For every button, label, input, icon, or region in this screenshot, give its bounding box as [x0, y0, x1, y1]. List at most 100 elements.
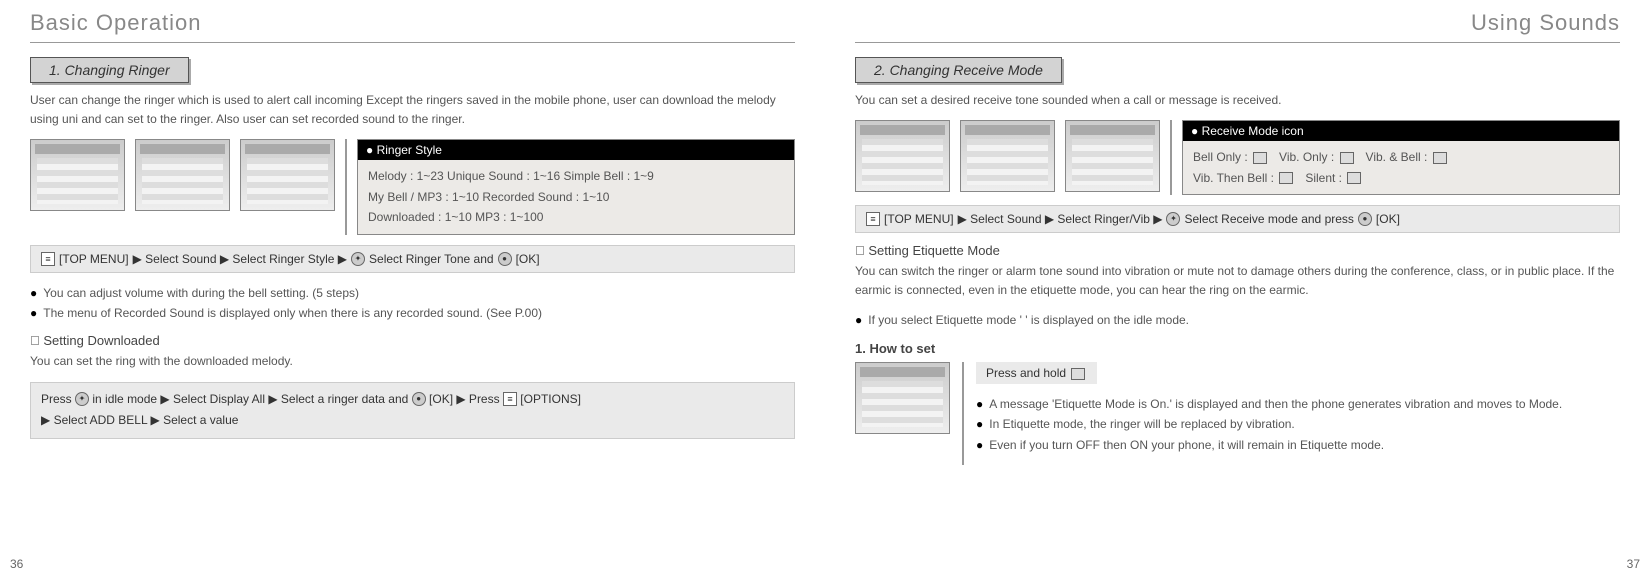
ringer-style-body: Melody : 1~23 Unique Sound : 1~16 Simple… — [358, 160, 794, 233]
divider — [30, 42, 795, 43]
press-and-hold: Press and hold — [976, 362, 1097, 384]
bullet-icon: ● — [30, 283, 37, 303]
section-heading-receive-mode: 2. Changing Receive Mode — [855, 57, 1062, 83]
nav-sequence-3: ≡ [TOP MENU] ▶ Select Sound ▶ Select Rin… — [855, 205, 1620, 233]
how-to-set-content: Press and hold ● A message 'Etiquette Mo… — [976, 362, 1620, 465]
bullet-icon: ● — [976, 414, 983, 434]
nav-text: Select Receive mode and press — [1184, 212, 1353, 226]
silent-icon — [1347, 172, 1361, 184]
phone-screenshot — [960, 120, 1055, 192]
receive-line: Vib. Then Bell : Silent : — [1193, 168, 1609, 188]
hold-key-icon — [1071, 368, 1085, 380]
ok-icon: ● — [1358, 212, 1372, 226]
bullet-icon: ● — [976, 435, 983, 455]
sub-text-etiquette: You can switch the ringer or alarm tone … — [855, 262, 1620, 300]
receive-mode-body: Bell Only : Vib. Only : Vib. & Bell : Vi… — [1183, 141, 1619, 194]
receive-label: Silent : — [1305, 171, 1342, 185]
vertical-divider — [962, 362, 964, 465]
receive-label: Vib. Only : — [1279, 150, 1334, 164]
intro-right: You can set a desired receive tone sound… — [855, 91, 1620, 110]
list-item: ● You can adjust volume with during the … — [30, 283, 795, 303]
right-page: Using Sounds 2. Changing Receive Mode Yo… — [825, 0, 1650, 577]
nav-text: Press — [41, 392, 72, 406]
nav-text: ▶ Select ADD BELL ▶ Select a value — [41, 413, 238, 427]
dpad-icon: ✦ — [1166, 212, 1180, 226]
left-page: Basic Operation 1. Changing Ringer User … — [0, 0, 825, 577]
ok-icon: ● — [498, 252, 512, 266]
nav-text: in idle mode ▶ Select Display All ▶ Sele… — [92, 392, 408, 406]
vib-then-bell-icon — [1279, 172, 1293, 184]
bullet-text: In Etiquette mode, the ringer will be re… — [989, 414, 1295, 434]
nav-text: [OPTIONS] — [520, 392, 581, 406]
press-hold-text: Press and hold — [986, 366, 1066, 380]
section-heading-changing-ringer: 1. Changing Ringer — [30, 57, 189, 83]
how-to-set-heading: 1. How to set — [855, 341, 1620, 356]
nav-text: [TOP MENU] — [884, 212, 954, 226]
nav-text: ▶ Select Sound ▶ Select Ringer Style ▶ — [133, 252, 347, 266]
receive-label: Vib. Then Bell : — [1193, 171, 1274, 185]
bullet-text: The menu of Recorded Sound is displayed … — [43, 303, 542, 323]
vertical-divider — [345, 139, 347, 234]
receive-mode-header: ● Receive Mode icon — [1183, 121, 1619, 141]
menu-icon: ≡ — [503, 392, 517, 406]
sub-heading-downloaded: 󰚒 Setting Downloaded — [30, 333, 795, 348]
page-title-left: Basic Operation — [30, 10, 795, 36]
sub-text-downloaded: You can set the ring with the downloaded… — [30, 352, 795, 371]
phone-screenshot — [30, 139, 125, 211]
nav-text: [OK] — [516, 252, 540, 266]
nav-text: [OK] — [1376, 212, 1400, 226]
bullet-icon: ● — [30, 303, 37, 323]
receive-row: ● Receive Mode icon Bell Only : Vib. Onl… — [855, 120, 1620, 195]
ringer-style-box: ● Ringer Style Melody : 1~23 Unique Soun… — [357, 139, 795, 234]
dpad-icon: ✦ — [75, 392, 89, 406]
ringer-style-line: My Bell / MP3 : 1~10 Recorded Sound : 1~… — [368, 187, 784, 207]
receive-line: Bell Only : Vib. Only : Vib. & Bell : — [1193, 147, 1609, 167]
ringer-row: ● Ringer Style Melody : 1~23 Unique Soun… — [30, 139, 795, 234]
bullet-text: You can adjust volume with during the be… — [43, 283, 359, 303]
bell-icon — [1253, 152, 1267, 164]
receive-mode-box: ● Receive Mode icon Bell Only : Vib. Onl… — [1182, 120, 1620, 195]
nav-sequence-1: ≡ [TOP MENU] ▶ Select Sound ▶ Select Rin… — [30, 245, 795, 273]
receive-label: Bell Only : — [1193, 150, 1248, 164]
how-bullet-list: ● A message 'Etiquette Mode is On.' is d… — [976, 394, 1620, 455]
ok-icon: ● — [412, 392, 426, 406]
nav-sequence-2: Press ✦ in idle mode ▶ Select Display Al… — [30, 382, 795, 439]
nav-text: [OK] ▶ Press — [429, 392, 500, 406]
list-item: ● Even if you turn OFF then ON your phon… — [976, 435, 1620, 455]
bullet-text: Even if you turn OFF then ON your phone,… — [989, 435, 1384, 455]
page-number-right: 37 — [1627, 557, 1640, 571]
bullet-icon: ● — [976, 394, 983, 414]
ringer-style-line: Melody : 1~23 Unique Sound : 1~16 Simple… — [368, 166, 784, 186]
receive-label: Vib. & Bell : — [1366, 150, 1428, 164]
vibrate-icon — [1340, 152, 1354, 164]
menu-icon: ≡ — [866, 212, 880, 226]
bullet-icon: ● — [855, 310, 862, 330]
nav-text: ▶ Select Sound ▶ Select Ringer/Vib ▶ — [958, 212, 1163, 226]
phone-screenshot — [855, 120, 950, 192]
list-item: ● In Etiquette mode, the ringer will be … — [976, 414, 1620, 434]
page-title-right: Using Sounds — [855, 10, 1620, 36]
list-item: ● A message 'Etiquette Mode is On.' is d… — [976, 394, 1620, 414]
list-item: ● If you select Etiquette mode ' ' is di… — [855, 310, 1620, 330]
how-to-set-row: Press and hold ● A message 'Etiquette Mo… — [855, 362, 1620, 465]
nav-text: Select Ringer Tone and — [369, 252, 494, 266]
nav-text: [TOP MENU] — [59, 252, 129, 266]
ringer-style-line: Downloaded : 1~10 MP3 : 1~100 — [368, 207, 784, 227]
list-item: ● The menu of Recorded Sound is displaye… — [30, 303, 795, 323]
phone-screenshot — [1065, 120, 1160, 192]
phone-screenshot — [240, 139, 335, 211]
ringer-style-header: ● Ringer Style — [358, 140, 794, 160]
dpad-icon: ✦ — [351, 252, 365, 266]
sub-heading-etiquette: 󰚒 Setting Etiquette Mode — [855, 243, 1620, 258]
vertical-divider — [1170, 120, 1172, 195]
vib-bell-icon — [1433, 152, 1447, 164]
etiquette-bullet: ● If you select Etiquette mode ' ' is di… — [855, 310, 1620, 330]
bullet-text: A message 'Etiquette Mode is On.' is dis… — [989, 394, 1562, 414]
menu-icon: ≡ — [41, 252, 55, 266]
phone-screenshot — [135, 139, 230, 211]
phone-screenshot — [855, 362, 950, 434]
divider — [855, 42, 1620, 43]
bullet-text: If you select Etiquette mode ' ' is disp… — [868, 310, 1189, 330]
page-number-left: 36 — [10, 557, 23, 571]
bullet-list-left: ● You can adjust volume with during the … — [30, 283, 795, 324]
